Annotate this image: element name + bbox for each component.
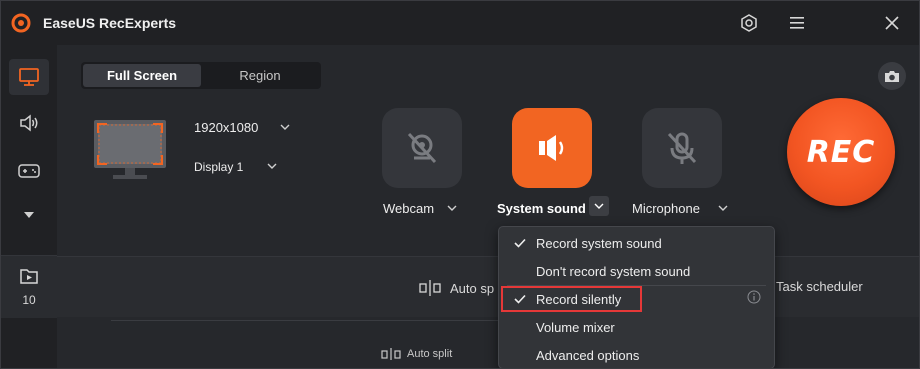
rec-button[interactable]: REC	[787, 98, 895, 206]
webcam-toggle-button[interactable]	[382, 108, 462, 188]
speaker-icon	[539, 135, 564, 161]
menu-item-label: Don't record system sound	[536, 264, 691, 279]
menu-item-label: Record system sound	[536, 236, 662, 251]
app-window: EaseUS RecExperts 10 Full Screen Region …	[0, 0, 920, 369]
highlight-box	[501, 286, 642, 312]
capture-mode-tabs: Full Screen Region	[81, 62, 321, 89]
auto-split-icon	[419, 280, 441, 296]
sidebar-item-screen[interactable]	[9, 59, 49, 95]
task-scheduler-button[interactable]: Task scheduler	[776, 279, 863, 294]
display-select[interactable]: Display 1	[194, 160, 243, 174]
sidebar-item-more[interactable]	[9, 197, 49, 233]
menu-item-advanced-options[interactable]: Advanced options	[499, 341, 774, 368]
monitor-preview-icon	[94, 120, 166, 179]
title-bar: EaseUS RecExperts	[1, 1, 919, 45]
system-sound-label[interactable]: System sound	[497, 201, 586, 216]
recordings-icon	[20, 269, 38, 284]
chevron-down-icon[interactable]	[446, 204, 458, 212]
sidebar: 10	[1, 45, 57, 368]
chevron-down-icon[interactable]	[717, 204, 729, 212]
sidebar-item-audio[interactable]	[9, 105, 49, 141]
audio-icon	[20, 114, 38, 132]
tab-region[interactable]: Region	[201, 64, 319, 87]
app-title: EaseUS RecExperts	[43, 15, 177, 31]
recordings-count: 10	[22, 293, 36, 307]
menu-item-record-system-sound[interactable]: Record system sound	[499, 229, 774, 257]
menu-icon	[790, 17, 804, 29]
info-icon[interactable]	[747, 290, 761, 304]
camera-icon	[885, 71, 899, 82]
chevron-down-icon[interactable]	[266, 162, 278, 170]
system-sound-dropdown-button[interactable]	[589, 196, 609, 216]
menu-item-volume-mixer[interactable]: Volume mixer	[499, 313, 774, 341]
screen-icon	[19, 68, 39, 86]
auto-split-icon	[381, 348, 401, 360]
more-arrow-icon	[24, 212, 34, 218]
microphone-label[interactable]: Microphone	[632, 201, 700, 216]
sidebar-item-game[interactable]	[9, 153, 49, 189]
microphone-off-icon	[667, 132, 697, 164]
app-logo-icon	[11, 13, 31, 33]
menu-button[interactable]	[782, 9, 812, 37]
menu-item-dont-record-system-sound[interactable]: Don't record system sound	[499, 257, 774, 285]
webcam-label[interactable]: Webcam	[383, 201, 434, 216]
settings-icon	[741, 14, 757, 32]
auto-split-label: Auto sp	[450, 280, 495, 296]
settings-button[interactable]	[734, 9, 764, 37]
webcam-off-icon	[407, 132, 437, 164]
check-icon	[514, 238, 526, 248]
rec-label: REC	[806, 134, 876, 170]
chevron-down-icon	[594, 203, 604, 209]
tab-full-screen[interactable]: Full Screen	[83, 64, 201, 87]
chevron-down-icon[interactable]	[279, 123, 291, 131]
resolution-select[interactable]: 1920x1080	[194, 120, 258, 135]
task-scheduler-label: Task scheduler	[776, 279, 863, 294]
system-sound-toggle-button[interactable]	[512, 108, 592, 188]
auto-split-secondary[interactable]: Auto split	[381, 347, 452, 361]
auto-split-label: Auto split	[407, 348, 453, 360]
game-icon	[18, 164, 40, 178]
menu-item-label: Volume mixer	[536, 320, 615, 335]
recordings-button[interactable]	[1, 256, 57, 318]
screenshot-button[interactable]	[878, 62, 906, 90]
auto-split-button[interactable]: Auto sp	[418, 279, 494, 297]
microphone-toggle-button[interactable]	[642, 108, 722, 188]
menu-item-label: Advanced options	[536, 348, 640, 363]
close-button[interactable]	[877, 9, 907, 37]
close-icon	[885, 16, 899, 30]
